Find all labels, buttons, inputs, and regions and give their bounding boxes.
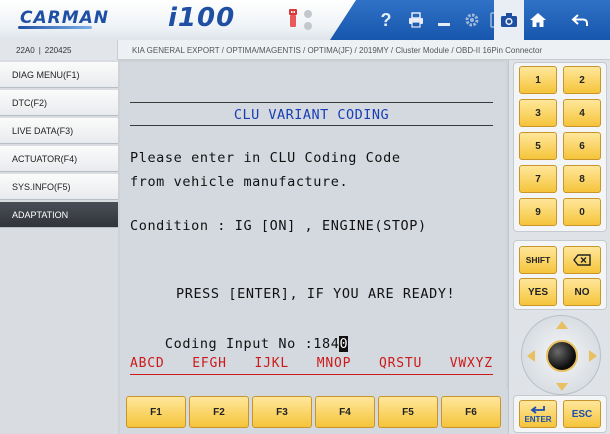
no-button[interactable]: NO — [563, 278, 601, 306]
key-7[interactable]: 7 — [519, 165, 557, 193]
status-dots — [304, 10, 312, 34]
backspace-button[interactable] — [563, 246, 601, 274]
menu-item-dtc[interactable]: DTC(F2) — [0, 90, 118, 116]
yes-button[interactable]: YES — [519, 278, 557, 306]
status-dot — [304, 22, 312, 30]
top-header: CARMAN i100 ? — [0, 0, 610, 40]
letter-key-qrstu[interactable]: QRSTU — [379, 356, 422, 371]
key-0[interactable]: 0 — [563, 198, 601, 226]
vehicle-code-separator: | — [38, 45, 41, 55]
back-arrow-icon — [571, 14, 588, 26]
arrow-right-icon[interactable] — [589, 350, 597, 362]
esc-button[interactable]: ESC — [563, 400, 601, 428]
letter-key-ijkl[interactable]: IJKL — [254, 356, 289, 371]
vehicle-info-bar: 22A0 | 220425 KIA GENERAL EXPORT / OPTIM… — [0, 40, 610, 60]
camera-icon-glyph — [501, 13, 517, 27]
help-label: ? — [380, 9, 392, 30]
menu-item-adaptation[interactable]: ADAPTATION — [0, 202, 118, 228]
f3-button[interactable]: F3 — [252, 396, 312, 428]
instruction-line-2: from vehicle manufacture. — [130, 174, 349, 190]
f6-button[interactable]: F6 — [441, 396, 501, 428]
side-menu: DIAG MENU(F1) DTC(F2) LIVE DATA(F3) ACTU… — [0, 60, 118, 434]
minimize-icon[interactable] — [430, 0, 458, 40]
menu-item-actuator[interactable]: ACTUATOR(F4) — [0, 146, 118, 172]
letter-key-abcd[interactable]: ABCD — [130, 356, 165, 371]
help-icon[interactable]: ? — [372, 0, 400, 40]
f5-button[interactable]: F5 — [378, 396, 438, 428]
instruction-line-1: Please enter in CLU Coding Code — [130, 150, 401, 166]
key-3[interactable]: 3 — [519, 99, 557, 127]
brand-logo: CARMAN — [18, 8, 110, 29]
settings-icon[interactable] — [458, 0, 486, 40]
center-knob[interactable] — [546, 340, 578, 372]
menu-item-sys-info[interactable]: SYS.INFO(F5) — [0, 174, 118, 200]
number-pad: 1 2 3 4 5 6 7 8 9 0 — [513, 62, 607, 232]
back-icon[interactable] — [566, 0, 594, 40]
f2-button[interactable]: F2 — [189, 396, 249, 428]
home-icon-glyph — [530, 13, 546, 27]
logo-swoosh — [18, 26, 92, 29]
coding-screen: CLU VARIANT CODING Please enter in CLU C… — [120, 62, 506, 390]
condition-text: Condition : IG [ON] , ENGINE(STOP) — [130, 218, 427, 234]
keypad-panel: 1 2 3 4 5 6 7 8 9 0 SHIFT YES NO ENTER E… — [508, 60, 610, 434]
breadcrumb: KIA GENERAL EXPORT / OPTIMA/MAGENTIS / O… — [132, 45, 543, 55]
key-2[interactable]: 2 — [563, 66, 601, 94]
coding-input-label: Coding Input No : — [164, 336, 314, 352]
print-icon[interactable] — [402, 0, 430, 40]
key-8[interactable]: 8 — [563, 165, 601, 193]
arrow-up-icon[interactable] — [556, 321, 568, 329]
letter-key-efgh[interactable]: EFGH — [192, 356, 227, 371]
menu-item-diag-menu[interactable]: DIAG MENU(F1) — [0, 62, 118, 88]
esc-label: ESC — [571, 408, 593, 420]
minimize-icon-glyph — [438, 23, 450, 26]
ready-prompt: PRESS [ENTER], IF YOU ARE READY! — [176, 286, 456, 302]
shift-button[interactable]: SHIFT — [519, 246, 557, 274]
key-6[interactable]: 6 — [563, 132, 601, 160]
screen-title: CLU VARIANT CODING — [233, 107, 390, 123]
direction-pad — [521, 315, 601, 395]
title-rule-bottom — [130, 125, 493, 126]
vehicle-code-secondary: 220425 — [44, 45, 72, 55]
key-1[interactable]: 1 — [519, 66, 557, 94]
arrow-left-icon[interactable] — [527, 350, 535, 362]
letter-key-mnop[interactable]: MNOP — [317, 356, 352, 371]
key-9[interactable]: 9 — [519, 198, 557, 226]
device-model-logo: i100 — [168, 3, 236, 33]
key-4[interactable]: 4 — [563, 99, 601, 127]
f4-button[interactable]: F4 — [315, 396, 375, 428]
backspace-icon — [573, 254, 591, 266]
vehicle-code-primary: 22A0 — [16, 45, 35, 55]
key-5[interactable]: 5 — [519, 132, 557, 160]
usb-icon — [289, 9, 297, 27]
f1-button[interactable]: F1 — [126, 396, 186, 428]
letter-key-vwxyz[interactable]: VWXYZ — [450, 356, 493, 371]
brand-name: CARMAN — [20, 8, 110, 28]
coding-input-value[interactable]: 184 — [313, 336, 339, 352]
camera-icon[interactable] — [494, 0, 524, 40]
enter-arrow-icon — [530, 405, 545, 414]
enter-escape-pad: ENTER ESC — [513, 395, 607, 433]
vehicle-codes: 22A0 | 220425 — [0, 40, 118, 60]
function-key-bar: F1 F2 F3 F4 F5 F6 — [120, 390, 510, 434]
text-cursor[interactable]: 0 — [339, 336, 349, 352]
title-rule-top — [130, 102, 493, 103]
letter-key-underline — [130, 374, 493, 375]
print-icon-glyph — [409, 12, 423, 28]
status-dot — [304, 10, 312, 18]
home-icon[interactable] — [524, 0, 552, 40]
control-pad: SHIFT YES NO — [513, 240, 607, 310]
letter-key-row: ABCD EFGH IJKL MNOP QRSTU VWXYZ — [130, 356, 493, 371]
arrow-down-icon[interactable] — [556, 383, 568, 391]
gear-icon — [465, 13, 479, 27]
enter-button[interactable]: ENTER — [519, 400, 557, 428]
menu-item-live-data[interactable]: LIVE DATA(F3) — [0, 118, 118, 144]
enter-label: ENTER — [524, 414, 552, 424]
